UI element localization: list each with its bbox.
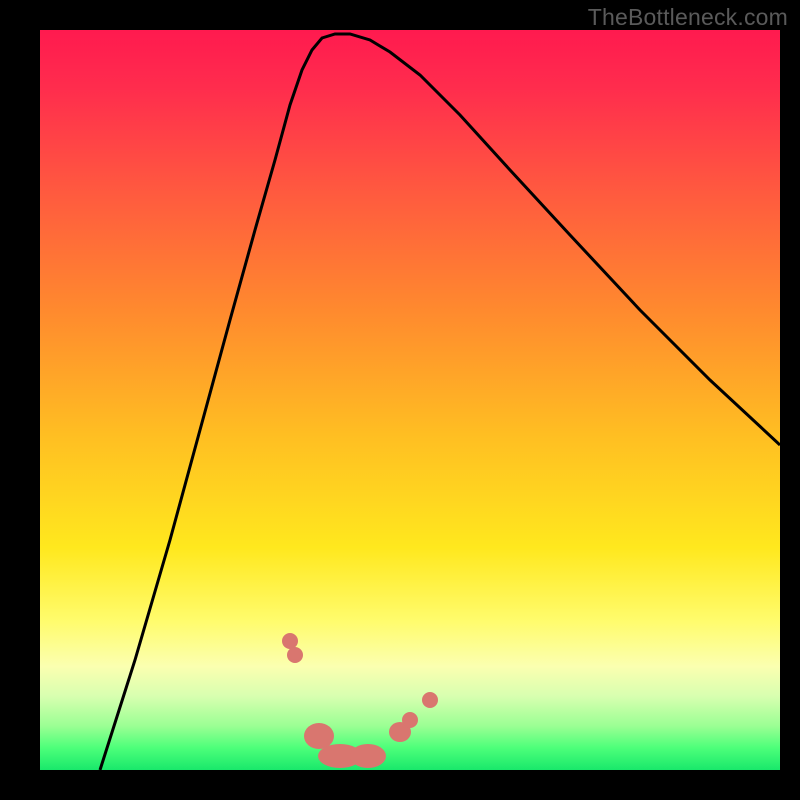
chart-svg xyxy=(40,30,780,770)
bottleneck-curve xyxy=(100,34,780,770)
data-markers xyxy=(282,633,438,768)
data-marker xyxy=(402,712,418,728)
data-marker xyxy=(304,723,334,749)
data-marker xyxy=(422,692,438,708)
data-marker xyxy=(350,744,386,768)
plot-area xyxy=(40,30,780,770)
data-marker xyxy=(287,647,303,663)
chart-frame: TheBottleneck.com xyxy=(0,0,800,800)
data-marker xyxy=(282,633,298,649)
attribution-watermark: TheBottleneck.com xyxy=(588,4,788,31)
